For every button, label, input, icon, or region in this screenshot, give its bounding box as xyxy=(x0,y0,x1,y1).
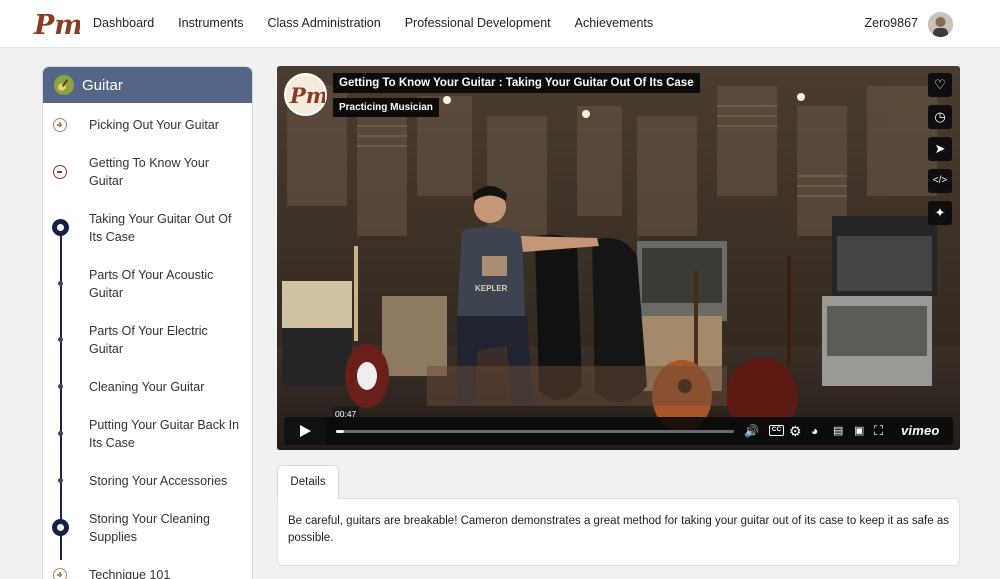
main-nav: Dashboard Instruments Class Administrati… xyxy=(93,16,677,30)
plus-circle-icon[interactable] xyxy=(53,118,67,132)
sidebar-item-storing-your-accessories[interactable]: Storing Your Accessories xyxy=(43,471,252,491)
sidebar-item-getting-to-know-your-guitar[interactable]: Getting To Know Your Guitar xyxy=(43,153,252,191)
speed-icon[interactable]: ◕ xyxy=(811,423,818,439)
sidebar-item-label: Picking Out Your Guitar xyxy=(89,118,219,132)
video-frame: KEPLER xyxy=(277,66,960,450)
sidebar-item-parts-of-your-acoustic-guitar[interactable]: Parts Of Your Acoustic Guitar xyxy=(43,265,252,303)
practicing-musician-logo[interactable]: Pm xyxy=(32,6,80,42)
sidebar-title: Guitar xyxy=(82,76,123,94)
sidebar-item-cleaning-your-guitar[interactable]: Cleaning Your Guitar xyxy=(43,377,252,397)
lesson-dot-icon xyxy=(58,281,63,286)
transcript-icon[interactable]: ▤ xyxy=(833,423,843,439)
lesson-dot-icon xyxy=(58,431,63,436)
sidebar-item-taking-your-guitar-out-of-its-case[interactable]: Taking Your Guitar Out Of Its Case xyxy=(43,209,252,247)
minus-circle-icon[interactable] xyxy=(53,165,67,179)
cc-icon[interactable]: CC xyxy=(769,425,784,436)
nav-dashboard[interactable]: Dashboard xyxy=(93,16,154,30)
pip-icon[interactable]: ▣ xyxy=(854,423,864,439)
sidebar-item-picking-out-your-guitar[interactable]: Picking Out Your Guitar xyxy=(43,115,252,135)
guitar-icon xyxy=(54,75,74,95)
play-button[interactable] xyxy=(284,417,326,445)
svg-text:Pm: Pm xyxy=(289,83,325,108)
sidebar-header[interactable]: Guitar xyxy=(43,67,252,103)
seek-bar[interactable] xyxy=(336,430,734,433)
heart-icon[interactable]: ♡ xyxy=(928,73,952,97)
video-title[interactable]: Getting To Know Your Guitar : Taking You… xyxy=(333,73,700,93)
nav-instruments[interactable]: Instruments xyxy=(178,16,243,30)
tab-details[interactable]: Details xyxy=(277,465,339,499)
details-panel: Be careful, guitars are breakable! Camer… xyxy=(277,498,960,566)
plus-circle-icon[interactable] xyxy=(53,568,67,579)
player-controls: 🔊 CC ⚙ ◕ ▤ ▣ ⛶ vimeo xyxy=(284,417,953,445)
video-channel[interactable]: Practicing Musician xyxy=(333,98,439,117)
avatar[interactable] xyxy=(928,12,953,37)
nav-achievements[interactable]: Achievements xyxy=(575,16,654,30)
sidebar-item-putting-your-guitar-back-in-its-case[interactable]: Putting Your Guitar Back In Its Case xyxy=(43,415,252,453)
video-player[interactable]: KEPLER Pm Getting To Know Your Guitar : … xyxy=(277,66,960,450)
svg-text:Pm: Pm xyxy=(33,10,80,41)
username[interactable]: Zero9867 xyxy=(864,16,918,30)
course-sidebar: Guitar Picking Out Your Guitar Getting T… xyxy=(42,66,253,579)
send-icon[interactable]: ➤ xyxy=(928,137,952,161)
settings-icon[interactable]: ⚙ xyxy=(789,423,802,439)
sidebar-item-label: Putting Your Guitar Back In Its Case xyxy=(89,418,240,450)
shirt-text: KEPLER xyxy=(475,284,508,293)
sidebar-item-label: Technique 101 xyxy=(89,568,171,579)
vimeo-logo[interactable]: vimeo xyxy=(901,423,940,438)
sidebar-item-parts-of-your-electric-guitar[interactable]: Parts Of Your Electric Guitar xyxy=(43,321,252,359)
volume-icon[interactable]: 🔊 xyxy=(744,423,759,439)
top-navigation-bar: Pm Dashboard Instruments Class Administr… xyxy=(0,0,1000,48)
channel-logo[interactable]: Pm xyxy=(284,73,328,116)
embed-icon[interactable]: </> xyxy=(928,169,952,193)
current-lesson-icon xyxy=(52,219,69,236)
clock-icon[interactable]: ◷ xyxy=(928,105,952,129)
fullscreen-icon[interactable]: ⛶ xyxy=(874,423,883,439)
nav-professional-development[interactable]: Professional Development xyxy=(405,16,551,30)
lesson-dot-icon xyxy=(58,337,63,342)
completed-lesson-icon xyxy=(52,519,69,536)
sidebar-item-label: Parts Of Your Acoustic Guitar xyxy=(89,268,214,300)
sidebar-item-label: Storing Your Cleaning Supplies xyxy=(89,512,210,544)
sidebar-item-label: Taking Your Guitar Out Of Its Case xyxy=(89,212,232,244)
sparkle-icon[interactable]: ✦ xyxy=(928,201,952,225)
lesson-dot-icon xyxy=(58,478,63,483)
sidebar-item-label: Cleaning Your Guitar xyxy=(89,380,205,394)
seek-progress xyxy=(336,430,344,433)
sidebar-item-label: Getting To Know Your Guitar xyxy=(89,156,209,188)
sidebar-item-technique-101[interactable]: Technique 101 xyxy=(43,565,252,579)
sidebar-item-storing-your-cleaning-supplies[interactable]: Storing Your Cleaning Supplies xyxy=(43,509,252,547)
sidebar-item-label: Storing Your Accessories xyxy=(89,474,228,488)
lesson-description: Be careful, guitars are breakable! Camer… xyxy=(288,515,949,544)
nav-class-administration[interactable]: Class Administration xyxy=(267,16,380,30)
sidebar-item-label: Parts Of Your Electric Guitar xyxy=(89,324,208,356)
lesson-dot-icon xyxy=(58,384,63,389)
